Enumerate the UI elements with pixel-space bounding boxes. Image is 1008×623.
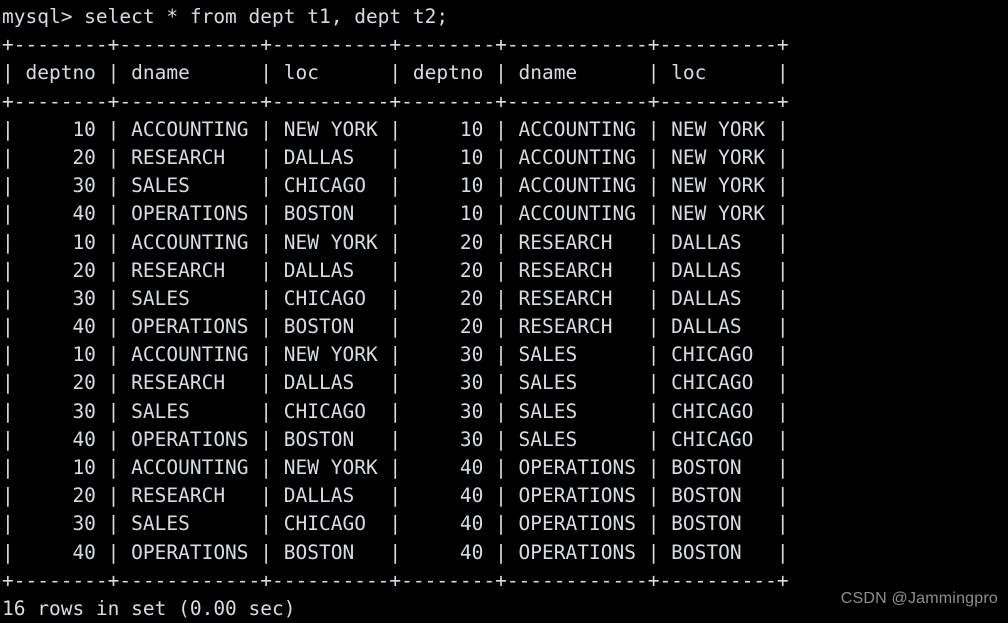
table-row: | 30 | SALES | CHICAGO | 30 | SALES | CH… [2, 399, 789, 423]
table-top-border: +--------+------------+----------+------… [2, 33, 789, 57]
csdn-watermark: CSDN @Jammingpro [840, 590, 998, 607]
table-row: | 30 | SALES | CHICAGO | 20 | RESEARCH |… [2, 286, 789, 310]
terminal-window[interactable]: mysql> select * from dept t1, dept t2; +… [0, 0, 1008, 621]
table-header-separator: +--------+------------+----------+------… [2, 89, 789, 113]
table-row: | 10 | ACCOUNTING | NEW YORK | 10 | ACCO… [2, 117, 789, 141]
table-header-row: | deptno | dname | loc | deptno | dname … [2, 61, 789, 85]
table-row: | 10 | ACCOUNTING | NEW YORK | 20 | RESE… [2, 230, 789, 254]
table-row: | 40 | OPERATIONS | BOSTON | 20 | RESEAR… [2, 315, 789, 339]
table-row: | 20 | RESEARCH | DALLAS | 10 | ACCOUNTI… [2, 145, 789, 169]
table-row: | 20 | RESEARCH | DALLAS | 30 | SALES | … [2, 371, 789, 395]
table-row: | 20 | RESEARCH | DALLAS | 20 | RESEARCH… [2, 258, 789, 282]
table-row: | 30 | SALES | CHICAGO | 40 | OPERATIONS… [2, 512, 789, 536]
table-row: | 40 | OPERATIONS | BOSTON | 10 | ACCOUN… [2, 202, 789, 226]
prompt-line: mysql> select * from dept t1, dept t2; [2, 5, 449, 28]
table-row: | 40 | OPERATIONS | BOSTON | 40 | OPERAT… [2, 540, 789, 564]
table-row: | 30 | SALES | CHICAGO | 10 | ACCOUNTING… [2, 174, 789, 198]
table-row: | 20 | RESEARCH | DALLAS | 40 | OPERATIO… [2, 484, 789, 508]
table-row: | 10 | ACCOUNTING | NEW YORK | 30 | SALE… [2, 343, 789, 367]
table-row: | 40 | OPERATIONS | BOSTON | 30 | SALES … [2, 427, 789, 451]
table-row: | 10 | ACCOUNTING | NEW YORK | 40 | OPER… [2, 456, 789, 479]
